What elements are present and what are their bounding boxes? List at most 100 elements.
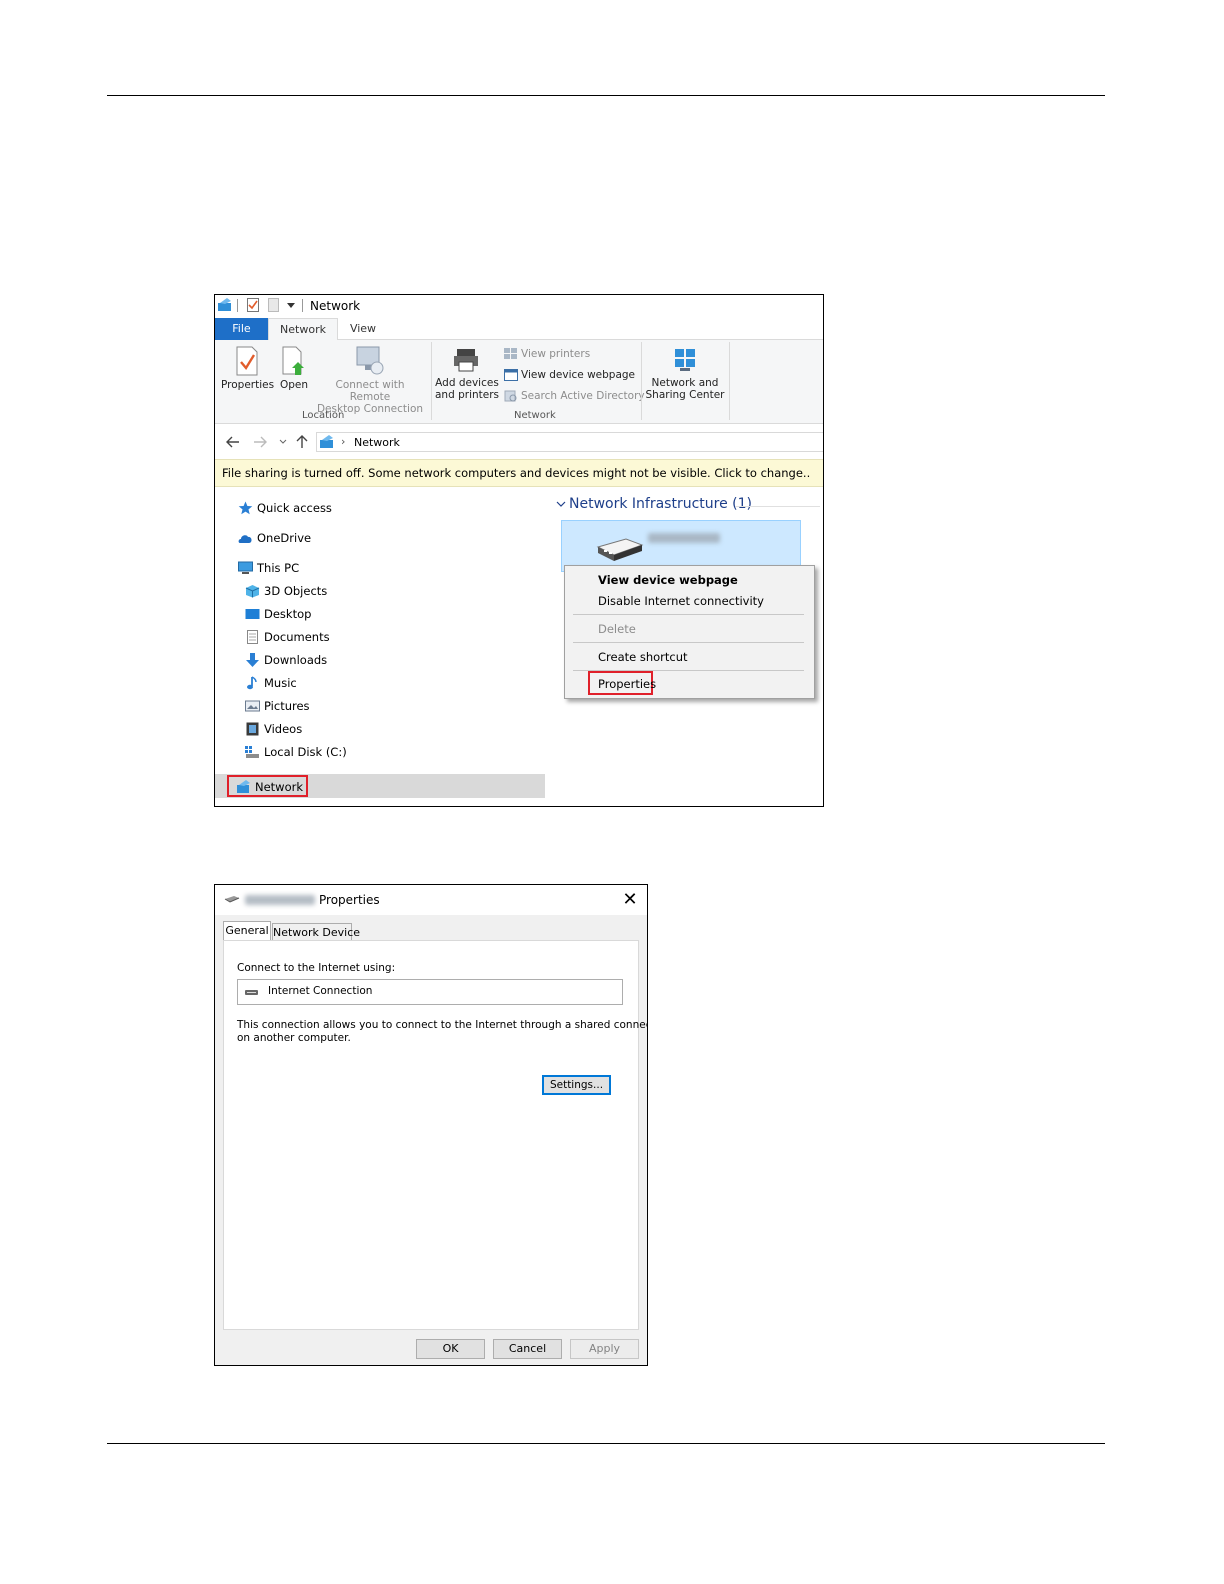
nav-label: Music [264, 676, 297, 690]
settings-button[interactable]: Settings... [542, 1075, 611, 1095]
connect-remote-desktop-button[interactable]: Connect with Remote Desktop Connection [315, 344, 425, 415]
recent-locations-chevron-icon[interactable] [279, 439, 287, 445]
nav-label: Desktop [264, 607, 312, 621]
connection-name: Internet Connection [268, 985, 373, 997]
open-label: Open [279, 379, 309, 391]
bottom-rule [107, 1443, 1105, 1444]
menu-separator [573, 614, 804, 615]
nav-item-network-highlight[interactable]: Network [227, 775, 308, 797]
ok-button[interactable]: OK [416, 1339, 485, 1359]
tab-view[interactable]: View [339, 318, 387, 340]
cancel-button[interactable]: Cancel [493, 1339, 562, 1359]
nsc-label-2: Sharing Center [645, 389, 725, 401]
back-arrow-icon[interactable] [226, 436, 240, 448]
search-active-directory-label: Search Active Directory [521, 390, 645, 402]
nav-label: Network [255, 780, 304, 794]
nsc-label-1: Network and [651, 377, 719, 389]
tab-network[interactable]: Network [268, 318, 338, 340]
search-active-directory-button[interactable]: Search Active Directory [504, 388, 645, 404]
ribbon: Properties Open Connect with Remote Desk… [215, 340, 823, 424]
forward-arrow-icon[interactable] [253, 436, 267, 448]
properties-label: Properties [221, 379, 275, 391]
remote-desktop-icon [356, 346, 384, 375]
device-name-redacted [648, 533, 720, 543]
connect-label: Connect to the Internet using: [237, 962, 396, 974]
customize-dropdown-icon[interactable] [287, 303, 295, 309]
nav-label: 3D Objects [264, 584, 328, 598]
apply-button[interactable]: Apply [570, 1339, 639, 1359]
view-printers-label: View printers [521, 348, 591, 360]
open-arrow-icon [282, 346, 304, 375]
address-bar[interactable]: › Network [316, 432, 823, 452]
description-line-1: This connection allows you to connect to… [237, 1019, 648, 1031]
tab-general[interactable]: General [223, 921, 271, 941]
add-devices-label-2: and printers [435, 389, 500, 401]
general-tab-panel: Connect to the Internet using: Internet … [223, 940, 647, 1330]
breadcrumb-network[interactable]: Network [354, 436, 400, 449]
properties-check-icon [236, 346, 258, 376]
location-group-label: Location [302, 410, 345, 421]
connection-field: Internet Connection [237, 979, 623, 1005]
dialog-title: Properties [319, 893, 380, 907]
add-devices-button[interactable]: Add devices and printers [435, 346, 499, 401]
documents-icon [247, 630, 258, 644]
top-rule [107, 95, 1105, 96]
network-group-label: Network [514, 410, 556, 421]
close-icon[interactable]: ✕ [619, 889, 641, 911]
cube-icon [245, 585, 260, 598]
nav-label: Videos [264, 722, 303, 736]
breadcrumb-separator: › [341, 435, 346, 448]
film-icon [246, 722, 259, 736]
network-adapter-icon [245, 990, 258, 995]
dialog-title-bar: Properties ✕ [215, 885, 647, 915]
description-line-2: on another computer. [237, 1032, 351, 1044]
network-explorer-window: Network File Network View Properties Ope… [214, 294, 824, 807]
add-devices-label-1: Add devices [435, 377, 499, 389]
nav-label: This PC [257, 561, 300, 575]
chevron-down-icon[interactable] [556, 501, 566, 508]
group-header-network-infrastructure[interactable]: Network Infrastructure (1) [569, 496, 752, 512]
context-menu: View device webpage Disable Internet con… [564, 565, 815, 699]
ribbon-separator [431, 342, 432, 420]
nav-label: OneDrive [257, 531, 312, 545]
view-device-webpage-button[interactable]: View device webpage [504, 367, 644, 383]
file-sharing-infobar[interactable]: File sharing is turned off. Some network… [215, 459, 823, 487]
window-title: Network [310, 299, 361, 313]
download-arrow-icon [246, 653, 259, 667]
menu-item-disable-internet[interactable]: Disable Internet connectivity [598, 592, 764, 610]
printer-icon [454, 349, 478, 372]
properties-button[interactable]: Properties [221, 346, 275, 391]
tab-file[interactable]: File [215, 318, 268, 340]
webpage-icon [504, 369, 518, 381]
drive-icon [245, 746, 259, 758]
tab-network-device[interactable]: Network Device [272, 923, 360, 941]
up-arrow-icon[interactable] [296, 435, 308, 448]
computer-icon [238, 561, 253, 574]
nav-label: Downloads [264, 653, 328, 667]
open-button[interactable]: Open [277, 346, 311, 391]
properties-check-icon[interactable] [247, 298, 260, 313]
network-sharing-center-icon [675, 349, 695, 371]
directory-search-icon [504, 390, 517, 402]
view-device-webpage-label: View device webpage [521, 369, 636, 381]
nav-label: Local Disk (C:) [264, 745, 347, 759]
menu-item-delete[interactable]: Delete [598, 620, 636, 638]
navigation-bar: › Network [215, 430, 823, 454]
new-folder-icon[interactable] [268, 298, 280, 313]
nav-network-row[interactable]: Network [215, 774, 545, 798]
ribbon-tabs: File Network View [215, 318, 823, 340]
cloud-icon [238, 535, 252, 543]
nav-label: Quick access [257, 501, 332, 515]
group-divider [735, 506, 820, 507]
network-sharing-center-button[interactable]: Network and Sharing Center [645, 346, 725, 401]
properties-dialog: Properties ✕ General Network Device Conn… [214, 884, 648, 1366]
menu-item-view-device-webpage[interactable]: View device webpage [598, 571, 738, 589]
connect-remote-label-1: Connect with Remote [335, 379, 405, 403]
network-icon [320, 435, 333, 448]
menu-item-create-shortcut[interactable]: Create shortcut [598, 648, 688, 666]
menu-item-properties[interactable]: Properties [598, 675, 656, 693]
star-icon [238, 501, 253, 515]
device-name-redacted [245, 895, 315, 905]
router-icon [596, 538, 644, 561]
view-printers-button[interactable]: View printers [504, 346, 644, 362]
